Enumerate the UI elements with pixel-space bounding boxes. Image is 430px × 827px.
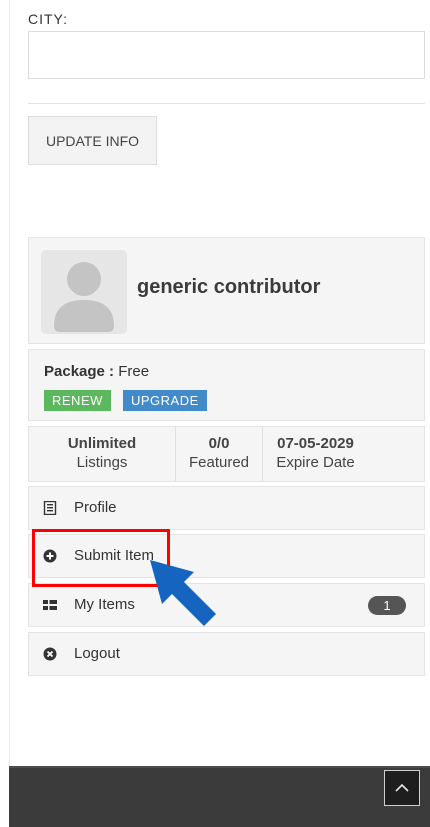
- form-divider: [28, 103, 425, 104]
- stat-expire-date: 07-05-2029 Expire Date: [262, 427, 368, 481]
- scroll-to-top-button[interactable]: [384, 770, 420, 806]
- page-footer: [9, 766, 430, 827]
- package-label: Package :: [44, 363, 115, 380]
- profile-card: generic contributor: [28, 237, 425, 344]
- default-user-icon: [54, 262, 114, 332]
- pointer-arrow-icon: [150, 560, 216, 626]
- stat-label: Expire Date: [276, 454, 355, 471]
- stat-value: 07-05-2029: [277, 435, 354, 452]
- stat-label: Featured: [188, 454, 250, 471]
- chevron-up-icon: [395, 783, 409, 792]
- items-count-badge: 1: [368, 596, 406, 615]
- menu-item-profile[interactable]: Profile: [28, 486, 425, 530]
- city-label: CITY:: [28, 11, 69, 27]
- menu-item-logout[interactable]: Logout: [28, 632, 425, 676]
- menu-item-my-items[interactable]: My Items 1: [28, 583, 425, 627]
- package-value: Free: [118, 363, 150, 380]
- close-circle-icon: [43, 647, 57, 661]
- package-line: Package : Free: [44, 363, 149, 380]
- list-icon: [43, 600, 57, 610]
- content-left-border: [9, 0, 10, 766]
- stat-label: Listings: [76, 454, 128, 471]
- avatar: [41, 250, 127, 334]
- stat-listings: Unlimited Listings: [29, 427, 175, 481]
- stat-value: 0/0: [208, 435, 230, 452]
- menu-item-label: Profile: [74, 499, 117, 516]
- package-panel: Package : Free RENEW UPGRADE: [28, 349, 425, 421]
- city-input[interactable]: [28, 31, 425, 79]
- renew-button[interactable]: RENEW: [44, 390, 111, 411]
- user-name: generic contributor: [137, 276, 321, 298]
- upgrade-button[interactable]: UPGRADE: [123, 390, 207, 411]
- menu-item-label: Logout: [74, 645, 120, 662]
- stat-featured: 0/0 Featured: [175, 427, 262, 481]
- update-info-button[interactable]: UPDATE INFO: [28, 116, 157, 165]
- stats-panel: Unlimited Listings 0/0 Featured 07-05-20…: [28, 426, 425, 482]
- footer-edge: [9, 766, 430, 768]
- profile-card-icon: [43, 501, 57, 515]
- menu-item-label: My Items: [74, 596, 135, 613]
- stat-value: Unlimited: [67, 435, 137, 452]
